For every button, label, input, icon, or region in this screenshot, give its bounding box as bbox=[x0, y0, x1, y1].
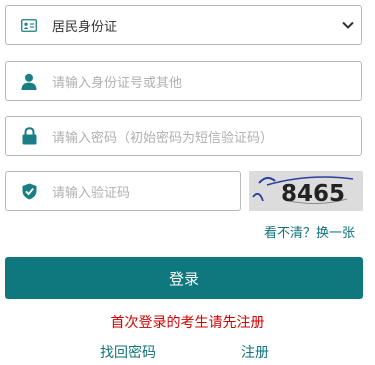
password-input[interactable]: 请输入密码（初始密码为短信验证码） bbox=[5, 116, 362, 156]
captcha-placeholder: 请输入验证码 bbox=[52, 185, 131, 201]
id-card-icon bbox=[6, 6, 52, 44]
id-number-input[interactable]: 请输入身份证号或其他 bbox=[5, 61, 362, 101]
password-placeholder: 请输入密码（初始密码为短信验证码） bbox=[52, 130, 274, 146]
register-notice: 首次登录的考生请先注册 bbox=[110, 315, 265, 331]
recover-password-link[interactable]: 找回密码 bbox=[100, 342, 156, 362]
shield-check-icon bbox=[6, 172, 52, 210]
id-type-select[interactable]: 居民身份证 bbox=[5, 5, 362, 45]
lock-icon bbox=[6, 117, 52, 155]
refresh-captcha-link[interactable]: 看不清？换一张 bbox=[264, 222, 355, 241]
register-link[interactable]: 注册 bbox=[241, 342, 269, 362]
captcha-input[interactable]: 请输入验证码 bbox=[5, 171, 241, 211]
chevron-down-icon bbox=[335, 21, 361, 29]
user-icon bbox=[6, 62, 52, 100]
id-type-value: 居民身份证 bbox=[52, 19, 118, 35]
captcha-text: 8465 bbox=[281, 181, 345, 207]
login-button[interactable]: 登录 bbox=[5, 257, 363, 299]
captcha-image[interactable]: 8465 bbox=[249, 171, 363, 211]
id-number-placeholder: 请输入身份证号或其他 bbox=[52, 75, 183, 91]
